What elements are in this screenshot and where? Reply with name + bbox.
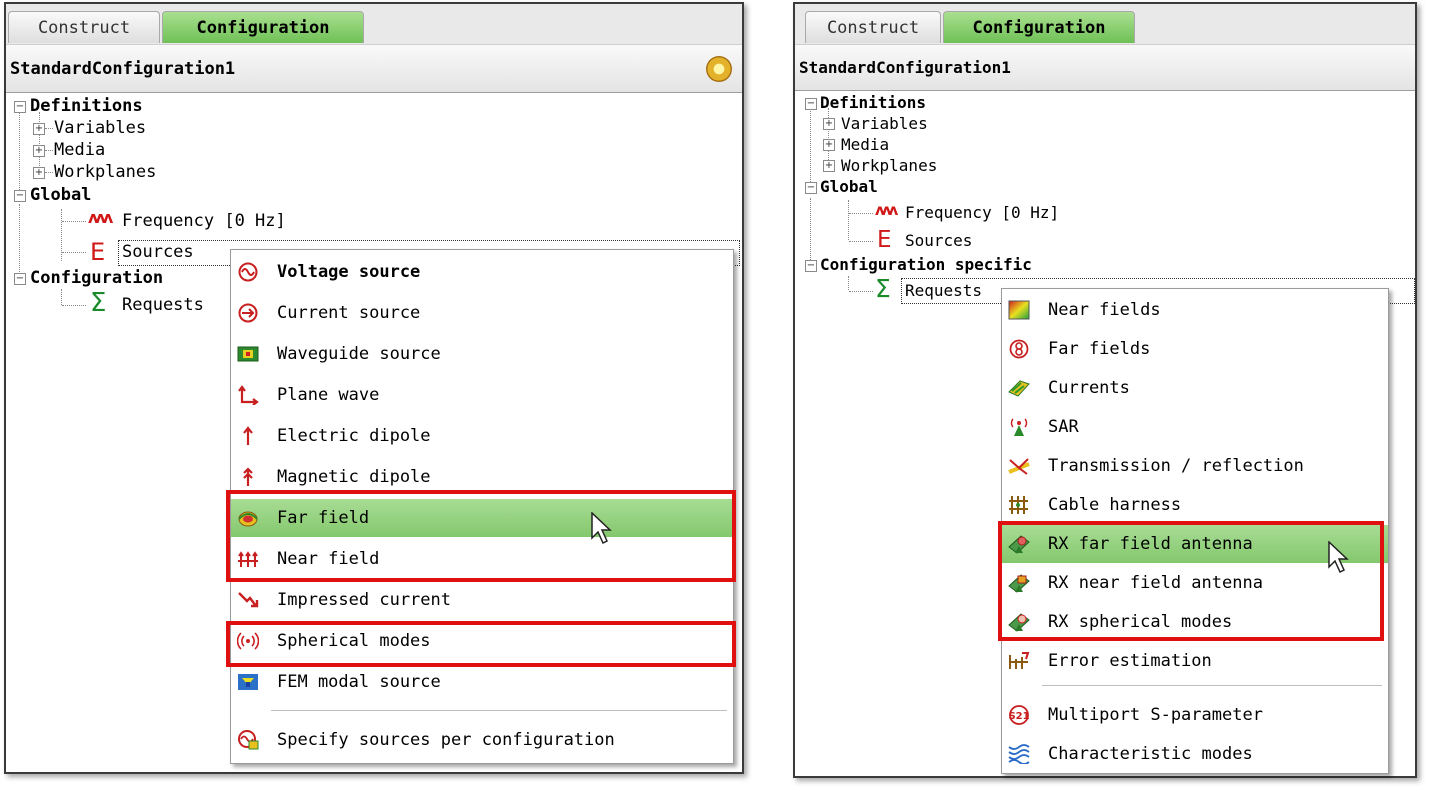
tree-node-frequency[interactable]: Frequency [0 Hz] — [122, 210, 286, 232]
far-fields-icon — [1009, 339, 1029, 359]
impressed-current-icon — [238, 592, 259, 608]
menu-item-currents[interactable]: Currents — [1002, 369, 1388, 407]
menu-item-electric-dipole[interactable]: Electric dipole — [231, 417, 733, 455]
requests-icon: Σ — [90, 288, 107, 318]
tree-node-requests[interactable]: Requests — [122, 294, 204, 316]
configuration-name-bar: StandardConfiguration1 — [6, 45, 742, 93]
waveguide-source-icon — [237, 346, 259, 362]
near-fields-icon — [1008, 300, 1030, 320]
tab-bar: Construct Configuration — [6, 4, 742, 45]
collapse-global-icon[interactable]: − — [14, 190, 26, 202]
menu-item-voltage-source[interactable]: Voltage source — [231, 253, 733, 291]
tree-node-variables[interactable]: Variables — [54, 117, 146, 139]
menu-item-cable-harness[interactable]: Cable harness — [1002, 486, 1388, 524]
voltage-source-icon — [238, 262, 258, 282]
tree-node-sources[interactable]: Sources — [122, 241, 194, 263]
magnetic-dipole-icon — [243, 467, 253, 486]
expand-media-icon[interactable]: + — [33, 145, 45, 157]
configuration-name: StandardConfiguration1 — [10, 59, 236, 79]
menu-item-fem-modal-source[interactable]: FEM modal source — [231, 663, 733, 701]
tree-node-media[interactable]: Media — [54, 139, 105, 161]
mouse-cursor-icon — [1328, 541, 1349, 574]
svg-text:S21: S21 — [1008, 711, 1029, 722]
mouse-cursor-icon — [591, 512, 612, 545]
tree-node-global[interactable]: Global — [30, 184, 91, 206]
highlight-far-near-field — [226, 490, 736, 582]
menu-item-sar[interactable]: SAR — [1002, 408, 1388, 446]
tab-construct[interactable]: Construct — [805, 11, 941, 43]
menu-item-far-fields[interactable]: Far fields — [1002, 330, 1388, 368]
menu-item-error-estimation[interactable]: Error estimation — [1002, 642, 1388, 680]
menu-item-multiport-s-parameter[interactable]: S21 Multiport S-parameter — [1002, 696, 1388, 734]
menu-item-impressed-current[interactable]: Impressed current — [231, 581, 733, 619]
tree-node-configuration-specific[interactable]: Configuration specific — [820, 254, 1032, 276]
requests-icon: Σ — [875, 274, 891, 303]
highlight-spherical-modes — [226, 621, 736, 667]
fem-modal-source-icon — [238, 674, 258, 690]
expand-workplanes-icon[interactable]: + — [33, 167, 45, 179]
plane-wave-icon — [238, 385, 259, 405]
cable-harness-icon — [1009, 496, 1028, 514]
tree-node-global[interactable]: Global — [820, 176, 878, 198]
tab-configuration[interactable]: Configuration — [162, 11, 364, 43]
tree-node-workplanes[interactable]: Workplanes — [54, 161, 156, 183]
menu-item-characteristic-modes[interactable]: Characteristic modes — [1002, 735, 1388, 773]
highlight-rx-items — [998, 521, 1384, 641]
configuration-name: StandardConfiguration1 — [799, 58, 1011, 77]
collapse-configuration-icon[interactable]: − — [14, 273, 26, 285]
tree-node-requests[interactable]: Requests — [905, 280, 982, 302]
tab-configuration[interactable]: Configuration — [943, 11, 1135, 43]
collapse-configuration-specific-icon[interactable]: − — [805, 260, 817, 272]
tree-node-variables[interactable]: Variables — [841, 113, 928, 135]
current-source-icon — [238, 303, 258, 323]
expand-variables-icon[interactable]: + — [823, 118, 835, 130]
tree-node-definitions[interactable]: Definitions — [820, 92, 926, 114]
expand-workplanes-icon[interactable]: + — [823, 160, 835, 172]
gear-icon[interactable] — [706, 56, 732, 82]
collapse-definitions-icon[interactable]: − — [14, 101, 26, 113]
frequency-icon: ᴧᴧᴧ — [88, 208, 113, 227]
menu-separator — [271, 710, 727, 711]
multiport-s-parameter-icon: S21 — [1008, 705, 1030, 725]
menu-item-near-fields[interactable]: Near fields — [1002, 291, 1388, 329]
error-estimation-icon — [1009, 652, 1030, 669]
electric-dipole-icon — [243, 426, 253, 445]
expand-media-icon[interactable]: + — [823, 139, 835, 151]
specify-sources-icon — [238, 730, 259, 750]
tree-node-media[interactable]: Media — [841, 134, 889, 156]
tree-node-sources[interactable]: Sources — [905, 230, 972, 252]
tab-construct[interactable]: Construct — [8, 11, 160, 43]
tree-node-frequency[interactable]: Frequency [0 Hz] — [905, 202, 1059, 224]
characteristic-modes-icon — [1008, 744, 1030, 764]
menu-item-transmission-reflection[interactable]: Transmission / reflection — [1002, 447, 1388, 485]
sources-icon: E — [90, 238, 106, 266]
tree-node-configuration[interactable]: Configuration — [30, 267, 163, 289]
menu-item-plane-wave[interactable]: Plane wave — [231, 376, 733, 414]
currents-icon — [1008, 380, 1030, 397]
sources-icon: E — [877, 227, 892, 253]
collapse-global-icon[interactable]: − — [805, 182, 817, 194]
sar-icon — [1010, 418, 1028, 436]
frequency-icon: ᴧᴧᴧ — [875, 201, 898, 219]
configuration-name-bar: StandardConfiguration1 — [795, 45, 1415, 91]
tree-node-definitions[interactable]: Definitions — [30, 95, 143, 117]
tab-bar: Construct Configuration — [795, 4, 1415, 45]
menu-separator — [1042, 685, 1382, 686]
expand-variables-icon[interactable]: + — [33, 123, 45, 135]
menu-item-waveguide-source[interactable]: Waveguide source — [231, 335, 733, 373]
transmission-reflection-icon — [1008, 458, 1030, 475]
menu-item-current-source[interactable]: Current source — [231, 294, 733, 332]
menu-item-specify-sources-per-configuration[interactable]: Specify sources per configuration — [231, 721, 733, 759]
tree-node-workplanes[interactable]: Workplanes — [841, 155, 937, 177]
collapse-definitions-icon[interactable]: − — [805, 98, 817, 110]
